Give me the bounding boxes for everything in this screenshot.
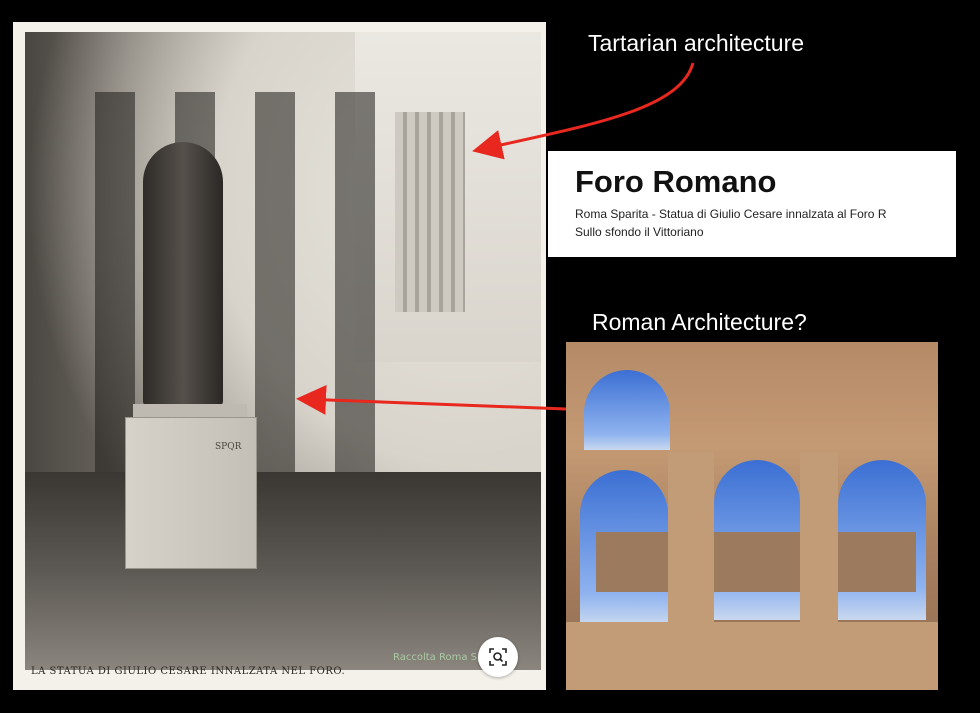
arrow-to-vittoriano: [472, 62, 695, 160]
arrows-overlay: [296, 62, 695, 415]
arrow-to-forum-arches: [296, 384, 567, 415]
